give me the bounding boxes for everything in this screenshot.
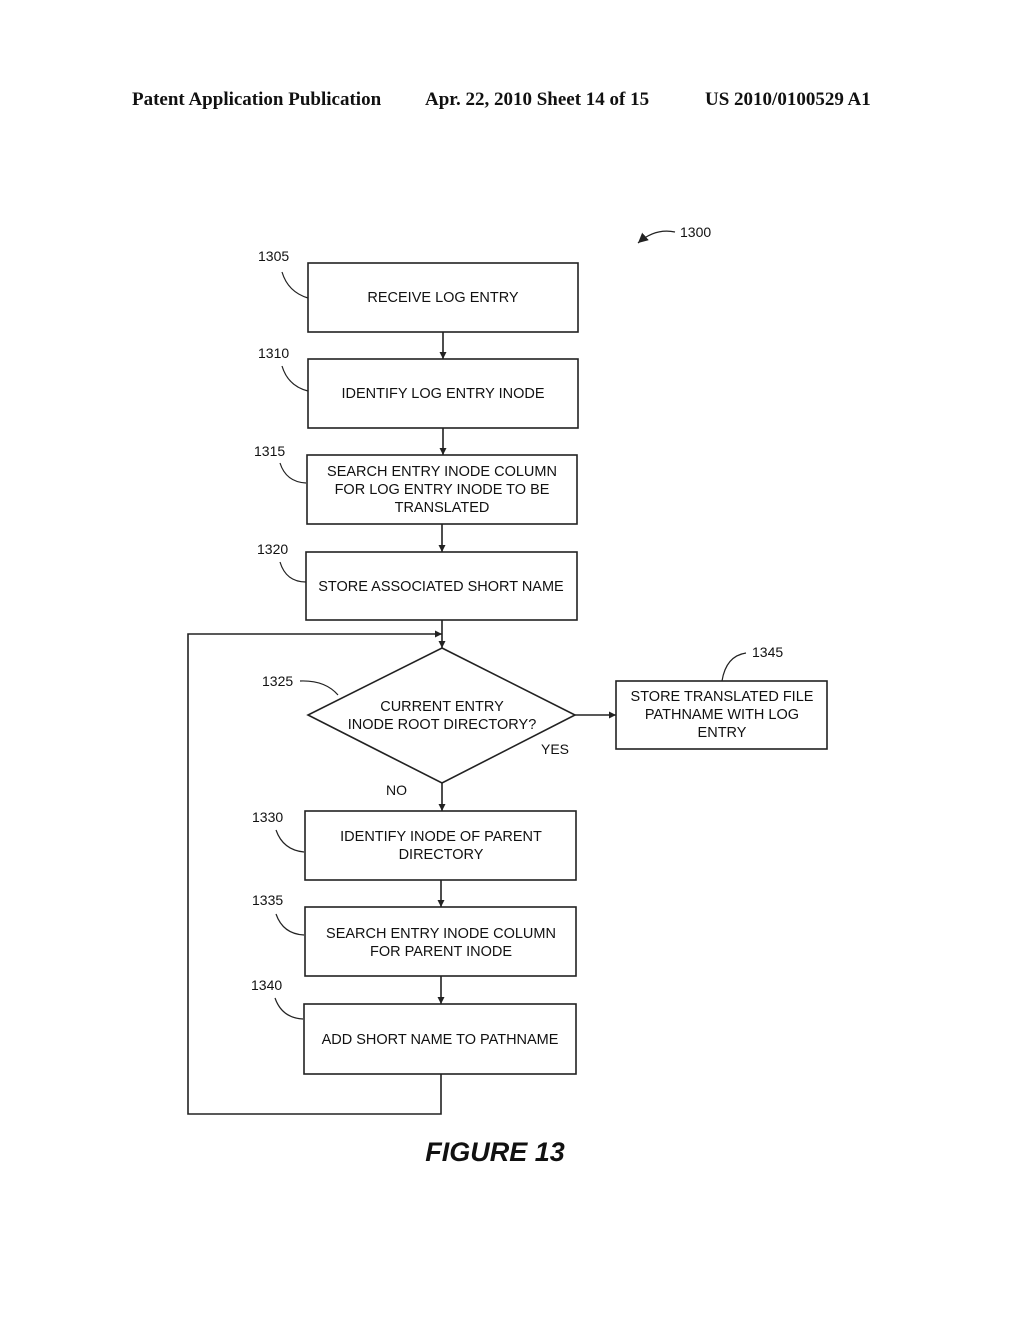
step-text: ENTRY [698, 725, 747, 741]
ref-leader [274, 997, 304, 1020]
step-1335: SEARCH ENTRY INODE COLUMN FOR PARENT INO… [252, 892, 577, 977]
ref-leader [279, 462, 307, 484]
step-text: RECEIVE LOG ENTRY [367, 290, 519, 306]
ref-leader [721, 652, 747, 682]
ref-leader [279, 561, 307, 583]
step-text: IDENTIFY INODE OF PARENT [340, 829, 542, 845]
step-ref: 1335 [252, 892, 283, 908]
ref-leader [275, 829, 305, 853]
step-text: DIRECTORY [399, 847, 484, 863]
decision-1325: CURRENT ENTRY INODE ROOT DIRECTORY? 1325… [262, 647, 577, 798]
yes-label: YES [541, 741, 569, 757]
step-ref: 1305 [258, 248, 289, 264]
step-1315: SEARCH ENTRY INODE COLUMN FOR LOG ENTRY … [254, 443, 578, 525]
ref-leader [281, 271, 309, 299]
step-1305: RECEIVE LOG ENTRY 1305 [258, 248, 579, 333]
ref-leader [281, 365, 309, 392]
figure-ref-1300: 1300 [680, 224, 711, 240]
step-1310: IDENTIFY LOG ENTRY INODE 1310 [258, 345, 579, 429]
ref-leader [275, 913, 305, 936]
step-ref: 1315 [254, 443, 285, 459]
step-ref: 1325 [262, 673, 293, 689]
no-label: NO [386, 782, 407, 798]
decision-diamond [306, 647, 577, 784]
step-ref: 1330 [252, 809, 283, 825]
step-1320: STORE ASSOCIATED SHORT NAME 1320 [257, 541, 578, 621]
step-1345: STORE TRANSLATED FILE PATHNAME WITH LOG … [615, 644, 828, 750]
step-text: FOR PARENT INODE [370, 944, 512, 960]
step-text: PATHNAME WITH LOG [645, 707, 799, 723]
step-text: TRANSLATED [395, 500, 490, 516]
step-ref: 1340 [251, 977, 282, 993]
step-box [304, 810, 577, 881]
figure-ref-arrow [637, 230, 676, 244]
ref-leader [299, 680, 339, 696]
decision-text: INODE ROOT DIRECTORY? [348, 717, 537, 733]
step-ref: 1320 [257, 541, 288, 557]
figure-label: FIGURE 13 [425, 1137, 565, 1167]
step-ref: 1345 [752, 644, 783, 660]
flowchart: 1300 RECEIVE LOG ENTRY 1305 IDENTIFY LOG… [187, 224, 828, 1167]
step-text: SEARCH ENTRY INODE COLUMN [327, 464, 557, 480]
decision-text: CURRENT ENTRY [380, 699, 504, 715]
step-1330: IDENTIFY INODE OF PARENT DIRECTORY 1330 [252, 809, 577, 881]
step-text: ADD SHORT NAME TO PATHNAME [322, 1032, 559, 1048]
step-1340: ADD SHORT NAME TO PATHNAME 1340 [251, 977, 577, 1075]
step-text: STORE TRANSLATED FILE [631, 689, 814, 705]
step-text: STORE ASSOCIATED SHORT NAME [318, 579, 564, 595]
step-text: FOR LOG ENTRY INODE TO BE [335, 482, 550, 498]
step-ref: 1310 [258, 345, 289, 361]
step-text: IDENTIFY LOG ENTRY INODE [341, 386, 544, 402]
step-text: SEARCH ENTRY INODE COLUMN [326, 926, 556, 942]
